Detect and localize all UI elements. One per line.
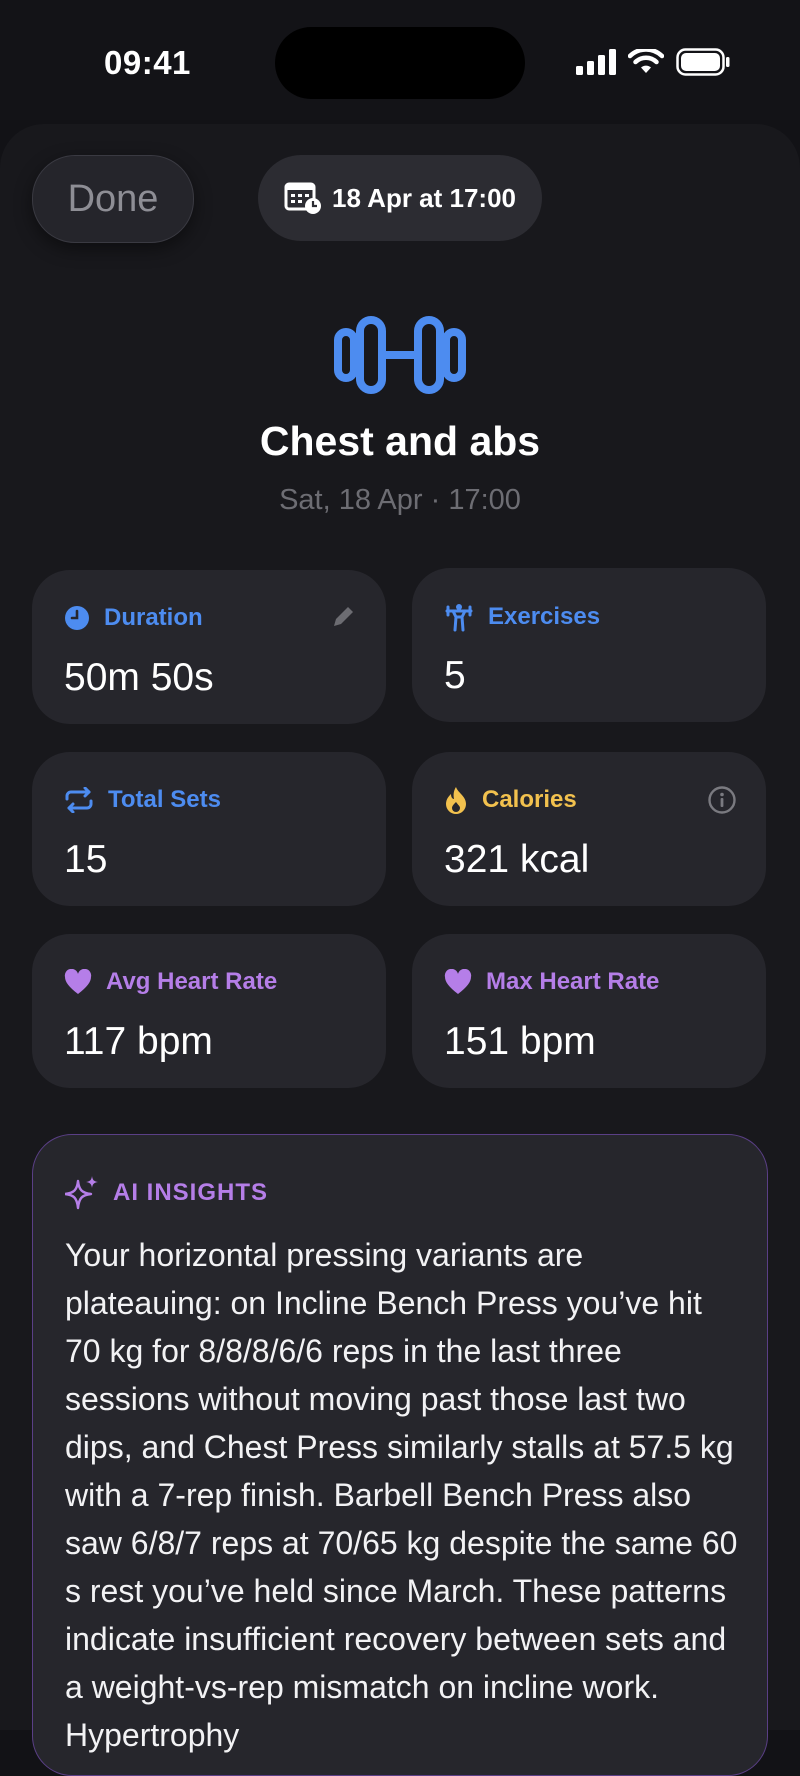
repeat-icon	[65, 787, 93, 813]
stat-label: Exercises	[488, 603, 601, 630]
stat-value: 321 kcal	[444, 838, 590, 881]
stat-card-calories[interactable]: Calories 321 kcal	[412, 752, 766, 906]
stat-label: Avg Heart Rate	[106, 968, 278, 995]
status-bar: 09:41	[0, 0, 800, 120]
done-button[interactable]: Done	[32, 155, 194, 243]
wifi-icon	[628, 49, 664, 73]
workout-title: Chest and abs	[259, 418, 541, 464]
calendar-clock-icon	[284, 182, 321, 214]
date-button[interactable]: 18 Apr at 17:00	[258, 155, 542, 241]
info-icon[interactable]	[708, 786, 736, 814]
signal-icon	[576, 49, 616, 75]
ai-insights-card: AI INSIGHTS Your horizontal pressing var…	[32, 1134, 768, 1776]
stat-value: 117 bpm	[64, 1020, 213, 1063]
weightlifter-icon	[445, 604, 473, 632]
insights-text: Your horizontal pressing variants are pl…	[65, 1237, 738, 1753]
insights-title: AI INSIGHTS	[113, 1179, 269, 1206]
status-time: 09:41	[104, 44, 191, 81]
sparkles-icon	[65, 1176, 98, 1210]
status-icons	[576, 48, 730, 76]
stat-card-max-heart-rate[interactable]: Max Heart Rate 151 bpm	[412, 934, 766, 1088]
pencil-icon[interactable]	[330, 604, 356, 630]
stat-value: 5	[444, 654, 466, 697]
flame-icon	[446, 787, 466, 814]
workout-date: Sat, 18 Apr · 17:00	[279, 484, 521, 516]
stat-card-avg-heart-rate[interactable]: Avg Heart Rate 117 bpm	[32, 934, 386, 1088]
dynamic-island	[275, 27, 525, 99]
stat-label: Total Sets	[108, 786, 221, 813]
clock-icon	[65, 606, 89, 630]
stat-label: Calories	[482, 786, 577, 813]
stat-value: 151 bpm	[444, 1020, 596, 1063]
stat-card-duration[interactable]: Duration 50m 50s	[32, 570, 386, 724]
stat-card-exercises[interactable]: Exercises 5	[412, 568, 766, 722]
stat-label: Duration	[104, 604, 203, 631]
heart-icon	[64, 969, 92, 994]
battery-icon	[676, 48, 730, 76]
stat-value: 15	[64, 838, 108, 881]
stat-label: Max Heart Rate	[486, 968, 660, 995]
heart-icon	[444, 969, 472, 994]
dumbbell-icon	[334, 316, 466, 394]
stat-value: 50m 50s	[64, 656, 214, 699]
stat-card-total-sets[interactable]: Total Sets 15	[32, 752, 386, 906]
date-label: 18 Apr at 17:00	[331, 182, 517, 213]
